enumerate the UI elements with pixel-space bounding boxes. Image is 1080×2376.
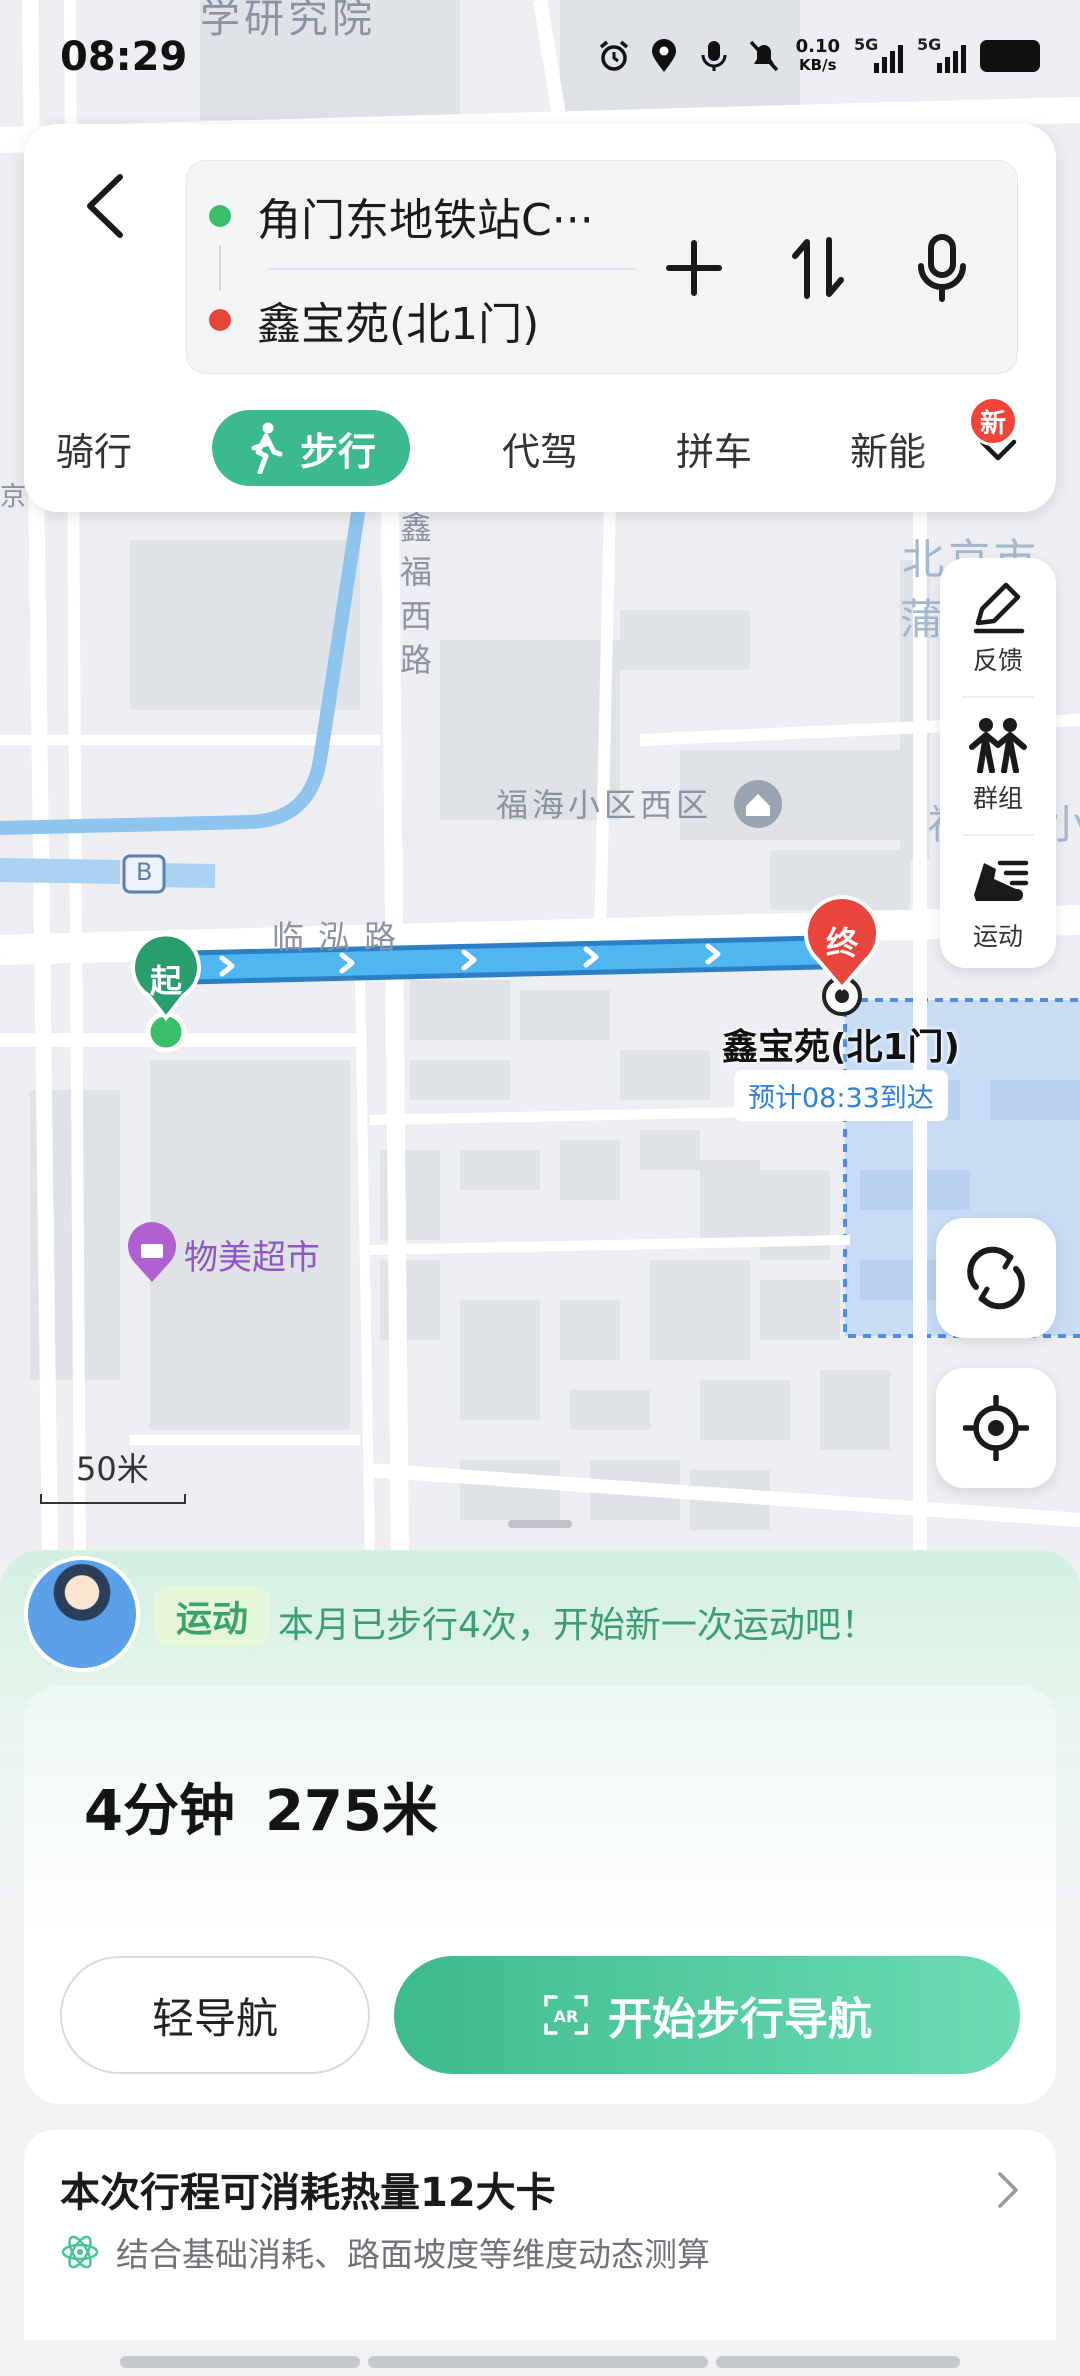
sport-banner-text: 本月已步行4次，开始新一次运动吧！ — [278, 1605, 877, 1646]
group-label: 群组 — [972, 784, 1023, 813]
start-point-text: 角门东地铁站C··· — [257, 195, 594, 246]
scale-bar — [40, 1494, 186, 1504]
eta-chip: 预计08:33到达 — [734, 1070, 948, 1121]
status-bar: 08:29 0.10 KB/s 5G 5G — [0, 0, 1080, 120]
microphone-status-icon — [696, 38, 732, 74]
start-walking-navigation-button[interactable]: AR 开始步行导航 — [394, 1956, 1020, 2074]
trip-summary: 4分钟 275米 — [84, 1766, 468, 1847]
trip-distance: 275米 — [264, 1779, 438, 1844]
locate-me-button[interactable] — [936, 1368, 1056, 1488]
status-icons: 0.10 KB/s 5G 5G — [596, 35, 1040, 75]
sim2-label: 5G — [917, 35, 942, 54]
chevron-right-icon — [998, 2172, 1018, 2208]
trip-info-card: 4分钟 275米 轻导航 AR 开始步行导航 — [24, 1686, 1056, 2104]
svg-text:AR: AR — [554, 2007, 579, 2026]
start-marker[interactable]: 起 — [145, 956, 187, 1002]
route-box: 角门东地铁站C··· 鑫宝苑(北1门) — [186, 160, 1018, 374]
group-icon — [969, 718, 1027, 773]
ar-icon: AR — [544, 1995, 588, 2035]
start-point-field[interactable]: 角门东地铁站C··· — [209, 181, 594, 251]
more-modes-button[interactable]: 新 — [968, 396, 1028, 480]
crosshair-location-icon — [963, 1395, 1029, 1461]
sheet-drag-handle[interactable] — [508, 1520, 572, 1528]
end-point-text: 鑫宝苑(北1门) — [257, 299, 540, 350]
route-panel: 角门东地铁站C··· 鑫宝苑(北1门) 骑行 步行 代驾 拼车 新能 新 — [24, 124, 1056, 512]
location-icon — [646, 38, 682, 74]
sport-label: 运动 — [972, 922, 1023, 951]
mute-bell-icon — [746, 38, 782, 74]
trip-duration: 4分钟 — [84, 1779, 235, 1844]
calorie-subtitle-text: 结合基础消耗、路面坡度等维度动态测算 — [116, 2235, 710, 2274]
net-speed-unit: KB/s — [799, 56, 837, 74]
tab-cycling[interactable]: 骑行 — [56, 410, 132, 486]
avatar — [24, 1556, 140, 1672]
scale-text: 50米 — [76, 1450, 149, 1488]
walking-person-icon — [251, 422, 283, 474]
refresh-route-button[interactable] — [936, 1218, 1056, 1338]
poi-label-wumei[interactable]: 物美超市 — [184, 1230, 320, 1279]
running-shoe-icon — [974, 860, 1029, 901]
signal-sim1-icon: 5G — [854, 35, 903, 73]
calorie-card[interactable]: 本次行程可消耗热量12大卡 结合基础消耗、路面坡度等维度动态测算 — [24, 2130, 1056, 2340]
add-waypoint-button[interactable] — [659, 233, 729, 303]
group-button[interactable]: 群组 — [940, 698, 1056, 834]
signal-sim2-icon: 5G — [917, 35, 966, 73]
feedback-button[interactable]: 反馈 — [940, 560, 1056, 696]
net-speed: 0.10 KB/s — [795, 36, 840, 75]
end-dot-icon — [209, 309, 231, 331]
sport-tag: 运动 — [154, 1586, 271, 1646]
swap-icon — [792, 237, 844, 299]
microphone-icon — [918, 234, 966, 302]
travel-mode-tabs: 骑行 步行 代驾 拼车 新能 新 — [24, 396, 1056, 490]
tab-walking-label: 步行 — [300, 429, 377, 474]
start-navigation-label: 开始步行导航 — [608, 1994, 872, 2045]
gesture-bar[interactable] — [120, 2356, 960, 2368]
route-divider — [267, 268, 637, 270]
route-actions — [659, 233, 977, 303]
atom-icon — [61, 2235, 99, 2269]
light-navigation-button[interactable]: 轻导航 — [60, 1956, 370, 2074]
calorie-title: 本次行程可消耗热量12大卡 — [60, 2170, 556, 2216]
pen-icon — [973, 582, 1025, 634]
refresh-icon — [967, 1246, 1025, 1310]
walking-route-line — [156, 940, 852, 980]
end-point-field[interactable]: 鑫宝苑(北1门) — [209, 285, 539, 355]
map-label-fuhai-area: 福海小区西区 — [496, 786, 713, 824]
feedback-label: 反馈 — [972, 646, 1023, 675]
bus-stop-icon: B — [136, 858, 153, 886]
sport-banner[interactable]: 运动 本月已步行4次，开始新一次运动吧！ — [24, 1556, 1056, 1680]
sport-button[interactable]: 运动 — [940, 836, 1056, 972]
map-label-road-xinfu: 鑫福西路 — [400, 509, 437, 679]
tab-walking[interactable]: 步行 — [212, 410, 411, 486]
voice-input-button[interactable] — [907, 233, 977, 303]
tab-new-energy[interactable]: 新能 — [850, 410, 960, 486]
back-arrow-icon — [87, 174, 123, 238]
map-scale: 50米 — [40, 1444, 186, 1504]
map-label-road-linhong: 临泓路 — [272, 918, 411, 956]
status-time: 08:29 — [60, 34, 188, 80]
back-button[interactable] — [64, 166, 144, 246]
new-badge: 新 — [968, 396, 1018, 446]
destination-label: 鑫宝苑(北1门) — [722, 1027, 960, 1068]
map-side-tools: 反馈 群组 运动 — [940, 558, 1056, 968]
alarm-icon — [596, 38, 632, 74]
calorie-subtitle: 结合基础消耗、路面坡度等维度动态测算 — [60, 2228, 710, 2276]
plus-icon — [666, 240, 722, 296]
battery-icon — [980, 40, 1040, 72]
sim1-label: 5G — [854, 35, 879, 54]
net-speed-value: 0.10 — [795, 36, 840, 57]
swap-route-button[interactable] — [783, 233, 853, 303]
end-marker[interactable]: 终 — [819, 918, 865, 964]
start-dot-icon — [209, 205, 231, 227]
tab-carpool[interactable]: 拼车 — [676, 410, 752, 486]
tab-designated-driver[interactable]: 代驾 — [502, 410, 578, 486]
